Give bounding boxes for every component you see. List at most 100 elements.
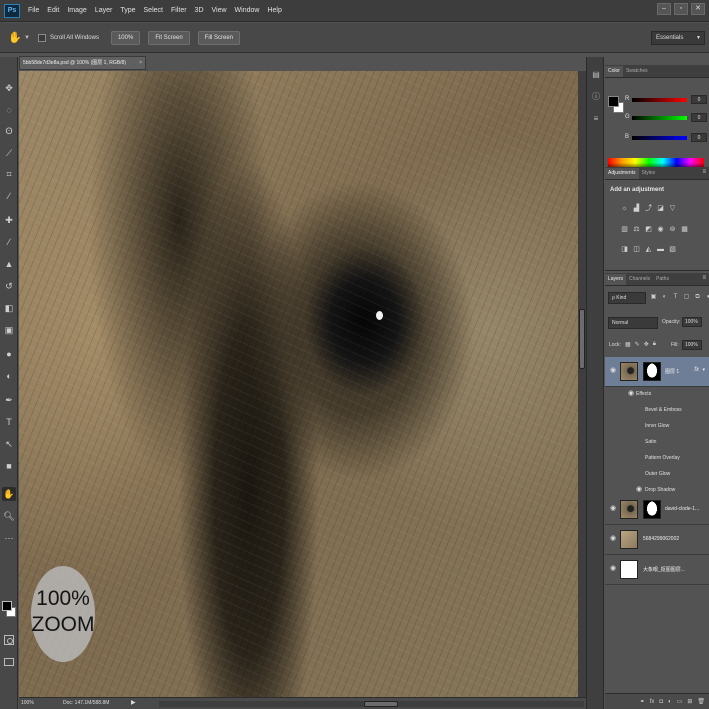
type-tool-icon[interactable]: T — [2, 415, 16, 429]
panel-menu-icon[interactable]: ≡ — [702, 275, 706, 281]
layer-fx-badge[interactable]: fx — [694, 367, 699, 373]
blue-gradient-bar[interactable] — [632, 136, 687, 140]
visibility-eye-icon[interactable]: ◉ — [609, 565, 617, 573]
new-group-icon[interactable]: ▭ — [677, 698, 683, 705]
link-layers-icon[interactable]: ⚭ — [640, 698, 645, 705]
pen-tool-icon[interactable]: ✒ — [2, 393, 16, 407]
brush-tool-icon[interactable]: ⁄ — [2, 235, 16, 249]
menu-filter[interactable]: Filter — [167, 7, 191, 14]
path-selection-tool-icon[interactable]: ↖ — [2, 437, 16, 451]
green-gradient-bar[interactable] — [632, 116, 687, 120]
layer-name[interactable]: 5684299062002 — [643, 536, 707, 542]
effect-row[interactable]: Outer Glow — [605, 466, 709, 482]
rectangle-tool-icon[interactable]: ■ — [2, 459, 16, 473]
layer-mask-thumbnail[interactable] — [643, 500, 661, 519]
workspace-select[interactable]: Essentials ▼ — [651, 31, 705, 45]
add-mask-icon[interactable]: ◘ — [659, 699, 663, 705]
opacity-input[interactable]: 100% — [682, 317, 702, 327]
tab-color[interactable]: Color — [605, 66, 623, 77]
tab-paths[interactable]: Paths — [653, 274, 672, 285]
vertical-scrollbar[interactable] — [578, 71, 586, 697]
history-panel-icon[interactable]: ▤ — [590, 69, 602, 81]
eraser-tool-icon[interactable]: ◧ — [2, 301, 16, 315]
scroll-all-windows-checkbox[interactable] — [37, 33, 46, 42]
layer-row[interactable]: ◉ 5684299062002 — [605, 525, 709, 555]
history-brush-tool-icon[interactable]: ↺ — [2, 279, 16, 293]
healing-brush-tool-icon[interactable]: ✚ — [2, 213, 16, 227]
new-adjustment-icon[interactable]: ◐ — [668, 699, 672, 705]
foreground-color-swatch[interactable] — [2, 601, 12, 611]
fit-screen-button[interactable]: Fit Screen — [148, 30, 190, 45]
invert-icon[interactable]: ◨ — [620, 245, 629, 254]
screen-mode-icon[interactable] — [4, 658, 14, 666]
tab-channels[interactable]: Channels — [626, 274, 653, 285]
blur-tool-icon[interactable]: ● — [2, 347, 16, 361]
close-icon[interactable]: × — [139, 57, 142, 69]
panel-menu-icon[interactable]: ≡ — [702, 169, 706, 175]
status-menu-arrow-icon[interactable]: ▶ — [131, 698, 136, 709]
gradient-map-icon[interactable]: ▬ — [656, 245, 665, 254]
color-foreground-swatch[interactable] — [608, 96, 619, 107]
menu-file[interactable]: File — [24, 7, 43, 14]
layer-name[interactable]: david-clode-1... — [665, 506, 707, 512]
visibility-eye-icon[interactable]: ◉ — [609, 505, 617, 513]
gradient-tool-icon[interactable]: ▣ — [2, 323, 16, 337]
horizontal-scroll-thumb[interactable] — [364, 701, 398, 707]
marquee-tool-icon[interactable]: ◌ — [2, 103, 16, 117]
layer-name[interactable]: 大象眼_抠图图层... — [643, 566, 707, 573]
effect-row[interactable]: Pattern Overlay — [605, 450, 709, 466]
exposure-icon[interactable]: ◪ — [656, 204, 665, 213]
channel-mixer-icon[interactable]: ⊚ — [668, 225, 677, 234]
vertical-scroll-thumb[interactable] — [579, 309, 585, 369]
status-zoom[interactable]: 100% — [21, 698, 34, 709]
effect-row[interactable]: Satin — [605, 434, 709, 450]
tab-adjustments[interactable]: Adjustments — [605, 168, 639, 179]
visibility-eye-icon[interactable]: ◉ — [609, 535, 617, 543]
layer-row[interactable]: ◉ david-clode-1... — [605, 495, 709, 525]
properties-panel-icon[interactable]: ⓘ — [590, 91, 602, 103]
quick-select-tool-icon[interactable]: ⟋ — [2, 146, 16, 160]
lasso-tool-icon[interactable]: ʘ — [2, 124, 16, 138]
menu-edit[interactable]: Edit — [43, 7, 63, 14]
menu-3d[interactable]: 3D — [191, 7, 208, 14]
menu-layer[interactable]: Layer — [91, 7, 117, 14]
photo-filter-icon[interactable]: ◉ — [656, 225, 665, 234]
filter-type-icon[interactable]: T — [671, 293, 680, 302]
move-tool-icon[interactable]: ✥ — [2, 81, 16, 95]
zoom-tool-icon[interactable]: 🔍︎ — [2, 509, 16, 523]
threshold-icon[interactable]: ◭ — [644, 245, 653, 254]
color-balance-icon[interactable]: ⚖ — [632, 225, 641, 234]
hand-tool-icon[interactable]: ✋ — [8, 31, 22, 45]
delete-layer-icon[interactable]: 🗑︎ — [697, 698, 705, 705]
fill-screen-button[interactable]: Fill Screen — [197, 30, 241, 45]
close-button[interactable]: ✕ — [691, 3, 705, 15]
effect-row[interactable]: Inner Glow — [605, 418, 709, 434]
red-gradient-bar[interactable] — [632, 98, 687, 102]
filter-toggle-icon[interactable]: ● — [704, 293, 709, 302]
curves-icon[interactable]: ⤴ — [644, 204, 653, 213]
blend-mode-select[interactable]: Normal — [608, 317, 658, 329]
blue-value-input[interactable]: 0 — [691, 133, 707, 142]
black-white-icon[interactable]: ◩ — [644, 225, 653, 234]
hue-saturation-icon[interactable]: ▥ — [620, 225, 629, 234]
tool-preset-caret-icon[interactable]: ▼ — [24, 35, 30, 41]
effect-row[interactable]: Bevel & Emboss — [605, 402, 709, 418]
menu-type[interactable]: Type — [116, 7, 139, 14]
quick-mask-icon[interactable] — [4, 635, 14, 645]
tab-layers[interactable]: Layers — [605, 274, 627, 285]
filter-shape-icon[interactable]: ▢ — [682, 293, 691, 302]
selective-color-icon[interactable]: ▧ — [668, 245, 677, 254]
new-layer-icon[interactable]: ⊞ — [687, 698, 692, 705]
visibility-eye-icon[interactable]: ◉ — [627, 390, 635, 398]
brush-panel-icon[interactable]: ≡ — [590, 113, 602, 125]
lock-position-icon[interactable]: ✥ — [644, 341, 649, 348]
menu-window[interactable]: Window — [231, 7, 264, 14]
brightness-contrast-icon[interactable]: ☼ — [620, 204, 629, 213]
dodge-tool-icon[interactable]: ◐ — [2, 369, 16, 383]
layer-mask-thumbnail[interactable] — [643, 362, 661, 381]
add-style-icon[interactable]: fx — [650, 699, 655, 705]
tab-swatches[interactable]: Swatches — [623, 66, 651, 77]
tab-styles[interactable]: Styles — [639, 168, 659, 179]
actual-pixels-button[interactable]: 100% — [110, 30, 141, 45]
lock-transparent-icon[interactable]: ▦ — [625, 341, 631, 348]
